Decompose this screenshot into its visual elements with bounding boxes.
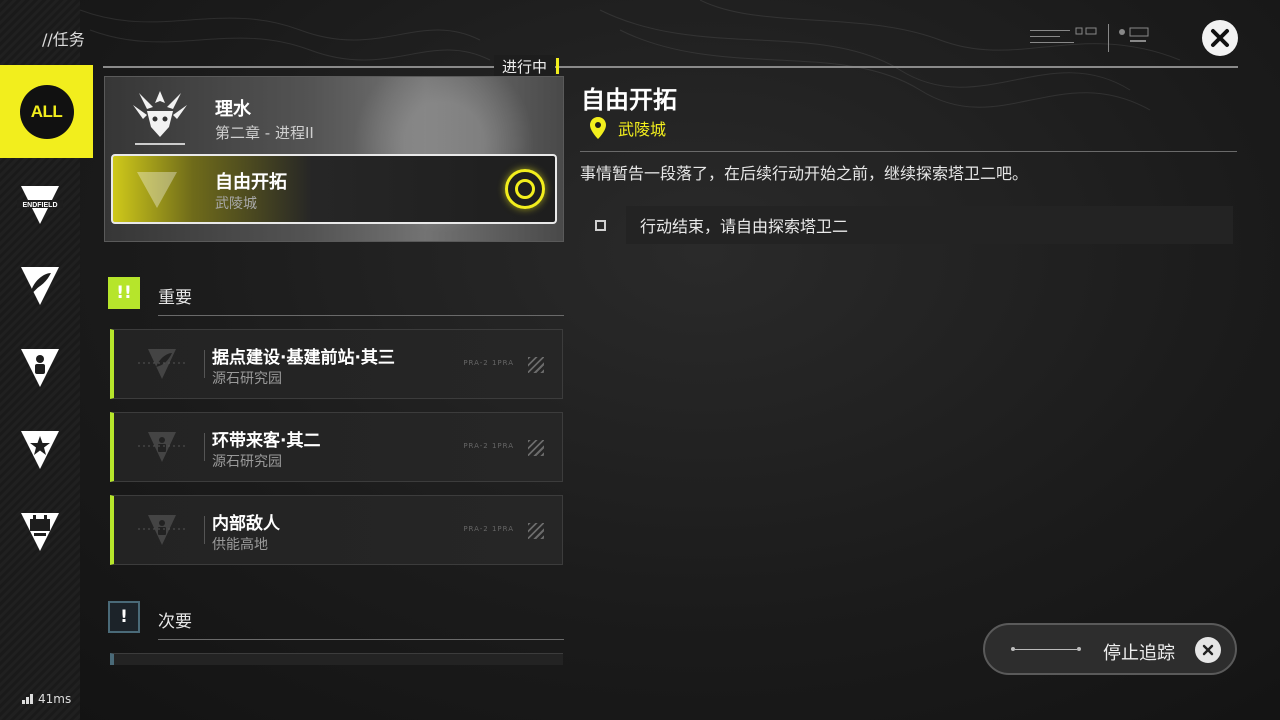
filter-all-button[interactable]: ALL xyxy=(0,65,93,158)
hatch-icon xyxy=(528,523,544,539)
active-quest-location: 武陵城 xyxy=(215,196,257,212)
quest-row-base-construction[interactable]: 据点建设·基建前站·其三 源石研究园 PRA-2 1PRA xyxy=(110,329,563,399)
person-icon xyxy=(138,432,186,462)
chapter-title: 理水 xyxy=(215,99,251,120)
filter-endfield-button[interactable]: ENDFIELD xyxy=(0,165,80,245)
quest-location: 源石研究园 xyxy=(212,454,282,470)
detail-location: 武陵城 xyxy=(588,116,666,140)
quest-title: 环带来客·其二 xyxy=(212,431,321,451)
filter-character-button[interactable] xyxy=(0,328,80,408)
important-badge: !! xyxy=(108,277,140,309)
detail-location-text: 武陵城 xyxy=(618,120,667,139)
filter-event-button[interactable] xyxy=(0,410,80,490)
latency-value: 41ms xyxy=(38,692,72,706)
endfield-text: ENDFIELD xyxy=(23,202,58,209)
objective-text: 行动结束，请自由探索塔卫二 xyxy=(626,206,1233,244)
dragon-emblem-icon xyxy=(133,91,187,145)
star-icon xyxy=(21,431,59,469)
objective-item: 行动结束，请自由探索塔卫二 xyxy=(580,206,1233,244)
quest-title: 据点建设·基建前站·其三 xyxy=(212,348,395,368)
category-rail: ALL ENDFIELD xyxy=(0,0,93,720)
main-quest-card: 理水 第二章 - 进程II 自由开拓 武陵城 xyxy=(104,76,564,242)
tracking-target-icon[interactable] xyxy=(505,169,545,209)
row-separator xyxy=(204,516,205,544)
row-separator xyxy=(204,350,205,378)
quest-code: PRA-2 1PRA xyxy=(463,525,514,533)
quest-code: PRA-2 1PRA xyxy=(463,442,514,450)
stop-tracking-button[interactable]: 停止追踪 xyxy=(983,623,1237,675)
chevron-emblem-icon xyxy=(137,172,177,208)
person-icon xyxy=(138,515,186,545)
secondary-section-header: ! 次要 xyxy=(108,601,564,641)
row-separator xyxy=(204,433,205,461)
detail-description: 事情暂告一段落了，在后续行动开始之前，继续探索塔卫二吧。 xyxy=(580,164,1029,183)
section-divider xyxy=(158,315,564,316)
secondary-badge: ! xyxy=(108,601,140,633)
secondary-label: 次要 xyxy=(158,612,192,632)
objective-checkbox xyxy=(595,220,606,231)
filter-base-button[interactable] xyxy=(0,492,80,572)
hud-decoration xyxy=(1030,24,1149,52)
close-button[interactable] xyxy=(1202,20,1238,56)
header-divider xyxy=(103,66,1238,68)
location-pin-icon xyxy=(590,117,606,139)
active-quest-title: 自由开拓 xyxy=(215,172,287,193)
building-icon xyxy=(21,513,59,551)
feather-icon xyxy=(21,267,59,305)
detail-title: 自由开拓 xyxy=(581,86,677,114)
decor-line xyxy=(1011,647,1081,651)
person-icon xyxy=(21,349,59,387)
list-item[interactable] xyxy=(110,653,563,665)
quest-location: 供能高地 xyxy=(212,537,268,553)
signal-icon xyxy=(22,694,33,704)
stop-tracking-label: 停止追踪 xyxy=(1103,643,1175,664)
section-divider xyxy=(158,639,564,640)
important-label: 重要 xyxy=(158,288,192,308)
filter-exploration-button[interactable] xyxy=(0,246,80,326)
hatch-icon xyxy=(528,440,544,456)
chapter-progress: 第二章 - 进程II xyxy=(215,124,314,142)
endfield-icon: ENDFIELD xyxy=(17,186,63,224)
quest-row-ring-visitor[interactable]: 环带来客·其二 源石研究园 PRA-2 1PRA xyxy=(110,412,563,482)
in-progress-tag: 进行中 xyxy=(494,55,560,77)
network-latency: 41ms xyxy=(22,692,71,706)
close-icon xyxy=(1195,637,1221,663)
all-label: ALL xyxy=(19,84,74,139)
detail-divider xyxy=(580,151,1237,152)
feather-icon xyxy=(138,349,186,379)
quest-code: PRA-2 1PRA xyxy=(463,359,514,367)
hatch-icon xyxy=(528,357,544,373)
important-section-header: !! 重要 xyxy=(108,277,564,317)
page-title: //任务 xyxy=(42,30,85,49)
quest-title: 内部敌人 xyxy=(212,514,280,534)
quest-location: 源石研究园 xyxy=(212,371,282,387)
active-quest-item[interactable]: 自由开拓 武陵城 xyxy=(111,154,557,224)
quest-row-internal-enemy[interactable]: 内部敌人 供能高地 PRA-2 1PRA xyxy=(110,495,563,565)
close-icon xyxy=(1211,29,1229,47)
